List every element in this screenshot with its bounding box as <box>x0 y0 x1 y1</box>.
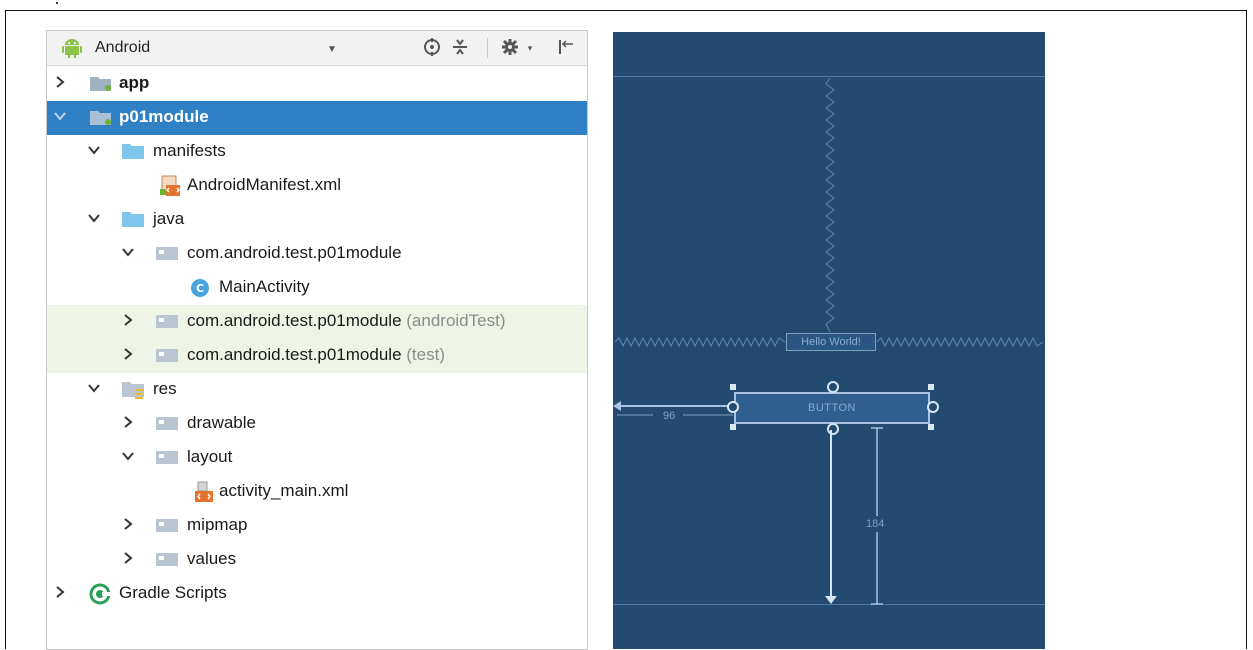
chevron-down-icon[interactable] <box>53 109 67 123</box>
tree-item-label: layout <box>187 447 233 466</box>
tree-item-label: com.android.test.p01module (test) <box>187 345 445 364</box>
tree-item-app[interactable]: app <box>47 67 587 101</box>
tree-item-label: manifests <box>153 141 226 160</box>
tree-item-p01module[interactable]: p01module <box>47 101 587 135</box>
module-folder-icon <box>89 73 111 93</box>
chevron-right-icon[interactable] <box>121 517 135 531</box>
tree-item-label: AndroidManifest.xml <box>187 175 342 194</box>
view-selector-label[interactable]: Android <box>95 39 150 57</box>
tree-item-package-androidtest[interactable]: com.android.test.p01module (androidTest) <box>47 305 587 339</box>
tree-item-label: mipmap <box>187 515 248 534</box>
gear-icon[interactable] <box>499 37 521 59</box>
chevron-down-icon[interactable] <box>121 449 135 463</box>
chevron-down-icon[interactable] <box>121 245 135 259</box>
layout-xml-icon <box>193 481 215 502</box>
constraint-left-zigzag <box>615 336 786 348</box>
tree-item-res[interactable]: res <box>47 373 587 407</box>
xml-manifest-icon <box>159 175 181 196</box>
package-folder-icon <box>155 311 178 331</box>
button-handles[interactable] <box>723 378 943 438</box>
package-folder-icon <box>155 243 178 263</box>
module-folder-icon <box>89 107 111 127</box>
chevron-right-icon[interactable] <box>121 551 135 565</box>
source-set-suffix: (androidTest) <box>406 311 506 330</box>
svg-text:C: C <box>196 282 204 295</box>
folder-icon <box>155 549 178 569</box>
chevron-right-icon[interactable] <box>121 313 135 327</box>
tree-item-label: com.android.test.p01module <box>187 243 402 262</box>
gear-dropdown-icon[interactable]: ▾ <box>519 37 541 59</box>
folder-icon <box>121 141 144 161</box>
chevron-down-icon[interactable] <box>87 143 101 157</box>
tree-item-java[interactable]: java <box>47 203 587 237</box>
blueprint-top-edge <box>613 76 1045 77</box>
project-toolbar: Android ▼ ▾ <box>47 31 587 66</box>
folder-icon <box>155 413 178 433</box>
tree-item-label: MainActivity <box>219 277 310 296</box>
tree-item-mipmap[interactable]: mipmap <box>47 509 587 543</box>
folder-icon <box>155 515 178 535</box>
source-set-suffix: (test) <box>406 345 445 364</box>
tree-item-gradle-scripts[interactable]: Gradle Scripts <box>47 577 587 611</box>
tree-item-label: app <box>119 73 150 92</box>
textview-text: Hello World! <box>801 336 861 348</box>
tree-item-label: drawable <box>187 413 256 432</box>
margin-start-value: 96 <box>663 410 676 422</box>
tree-item-label: p01module <box>119 107 209 126</box>
page-mark <box>56 2 58 4</box>
layout-blueprint[interactable]: Hello World! 96 BUTTON 184 <box>613 32 1045 649</box>
chevron-down-icon[interactable] <box>87 211 101 225</box>
margin-bottom-value: 184 <box>866 516 885 532</box>
chevron-right-icon[interactable] <box>121 415 135 429</box>
tree-item-activity-main[interactable]: activity_main.xml <box>47 475 587 509</box>
tree-item-androidmanifest[interactable]: AndroidManifest.xml <box>47 169 587 203</box>
project-tool-window: Android ▼ ▾ app p01module manifests Andr… <box>46 30 588 650</box>
folder-icon <box>155 447 178 467</box>
android-icon <box>61 38 83 58</box>
collapse-all-icon[interactable] <box>449 37 471 59</box>
hide-icon[interactable] <box>555 37 577 59</box>
tree-item-values[interactable]: values <box>47 543 587 577</box>
tree-item-label: values <box>187 549 237 568</box>
constraint-top-zigzag <box>825 78 835 333</box>
folder-icon <box>121 209 144 229</box>
toolbar-separator <box>487 38 488 58</box>
tree-item-label: com.android.test.p01module (androidTest) <box>187 311 506 330</box>
tree-item-label: java <box>153 209 185 228</box>
resources-folder-icon <box>121 379 144 399</box>
java-class-icon: C <box>189 277 211 297</box>
tree-item-label: res <box>153 379 177 398</box>
package-folder-icon <box>155 345 178 365</box>
tree-item-package-test[interactable]: com.android.test.p01module (test) <box>47 339 587 373</box>
chevron-right-icon[interactable] <box>53 585 67 599</box>
locate-icon[interactable] <box>421 37 443 59</box>
tree-item-label: Gradle Scripts <box>119 583 227 602</box>
constraint-bottom-arrow <box>825 430 837 604</box>
chevron-right-icon[interactable] <box>121 347 135 361</box>
tree-item-drawable[interactable]: drawable <box>47 407 587 441</box>
hello-world-textview[interactable]: Hello World! <box>786 333 876 351</box>
tree-item-manifests[interactable]: manifests <box>47 135 587 169</box>
chevron-down-icon[interactable] <box>87 381 101 395</box>
tree-item-package-main[interactable]: com.android.test.p01module <box>47 237 587 271</box>
chevron-down-icon[interactable]: ▼ <box>327 44 337 55</box>
constraint-right-zigzag <box>877 336 1044 348</box>
tree-item-mainactivity[interactable]: C MainActivity <box>47 271 587 305</box>
chevron-right-icon[interactable] <box>53 75 67 89</box>
tree-item-layout[interactable]: layout <box>47 441 587 475</box>
tree-item-label: activity_main.xml <box>219 481 349 500</box>
gradle-icon <box>89 583 111 605</box>
